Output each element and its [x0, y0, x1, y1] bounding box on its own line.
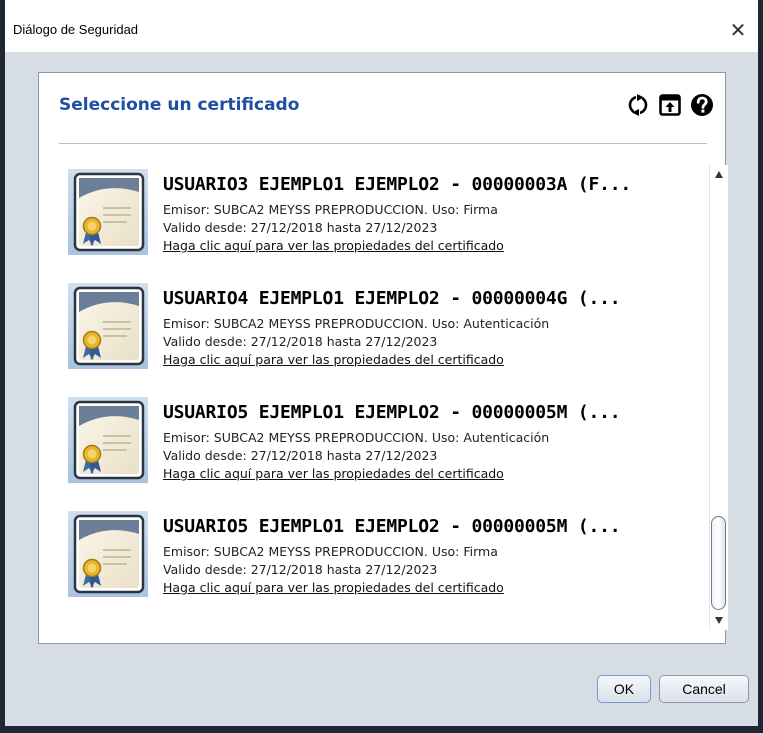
close-button[interactable]: ✕ [718, 12, 758, 48]
certificate-properties-link[interactable]: Haga clic aquí para ver las propiedades … [163, 466, 504, 481]
certificate-properties-link[interactable]: Haga clic aquí para ver las propiedades … [163, 580, 504, 595]
close-icon: ✕ [729, 18, 747, 42]
security-dialog-window: Diálogo de Seguridad ✕ Seleccione un cer… [0, 0, 763, 733]
certificate-validity: Valido desde: 27/12/2018 hasta 27/12/202… [163, 448, 438, 463]
certificate-panel: Seleccione un certificado USUARIO3 EJEMP… [38, 72, 728, 644]
help-button[interactable] [688, 91, 716, 119]
certificate-icon [68, 511, 148, 597]
certificate-title: USUARIO3 EJEMPLO1 EJEMPLO2 - 00000003A (… [163, 174, 632, 195]
import-icon [659, 94, 681, 116]
certificate-title: USUARIO4 EJEMPLO1 EJEMPLO2 - 00000004G (… [163, 288, 621, 309]
certificate-issuer: Emisor: SUBCA2 MEYSS PREPRODUCCION. Uso:… [163, 430, 550, 445]
import-button[interactable] [656, 91, 684, 119]
certificate-properties-link[interactable]: Haga clic aquí para ver las propiedades … [163, 238, 504, 253]
scroll-down-button[interactable] [710, 610, 728, 630]
refresh-button[interactable] [624, 91, 652, 119]
certificate-properties-link[interactable]: Haga clic aquí para ver las propiedades … [163, 352, 504, 367]
certificate-list: USUARIO3 EJEMPLO1 EJEMPLO2 - 00000003A (… [59, 168, 699, 628]
cancel-button[interactable]: Cancel [659, 675, 749, 703]
certificate-title: USUARIO5 EJEMPLO1 EJEMPLO2 - 00000005M (… [163, 516, 621, 537]
arrow-down-icon [715, 617, 723, 624]
certificate-item[interactable]: USUARIO4 EJEMPLO1 EJEMPLO2 - 00000004G (… [67, 282, 687, 378]
help-icon [691, 94, 713, 116]
certificate-issuer: Emisor: SUBCA2 MEYSS PREPRODUCCION. Uso:… [163, 202, 498, 217]
certificate-validity: Valido desde: 27/12/2018 hasta 27/12/202… [163, 562, 438, 577]
scroll-thumb[interactable] [711, 516, 726, 610]
certificate-icon [68, 169, 148, 255]
window-title: Diálogo de Seguridad [13, 22, 139, 37]
title-bar: Diálogo de Seguridad ✕ [5, 0, 758, 52]
certificate-icon [68, 397, 148, 483]
certificate-issuer: Emisor: SUBCA2 MEYSS PREPRODUCCION. Uso:… [163, 544, 498, 559]
refresh-icon [628, 94, 648, 116]
header-separator [59, 143, 707, 144]
scroll-up-button[interactable] [710, 165, 728, 185]
certificate-item[interactable]: USUARIO3 EJEMPLO1 EJEMPLO2 - 00000003A (… [67, 168, 687, 264]
certificate-title: USUARIO5 EJEMPLO1 EJEMPLO2 - 00000005M (… [163, 402, 621, 423]
certificate-item[interactable]: USUARIO5 EJEMPLO1 EJEMPLO2 - 00000005M (… [67, 510, 687, 606]
certificate-icon [68, 283, 148, 369]
ok-button[interactable]: OK [597, 675, 651, 703]
scroll-track[interactable] [710, 185, 728, 610]
certificate-item[interactable]: USUARIO5 EJEMPLO1 EJEMPLO2 - 00000005M (… [67, 396, 687, 492]
panel-title: Seleccione un certificado [59, 95, 300, 115]
certificate-validity: Valido desde: 27/12/2018 hasta 27/12/202… [163, 220, 438, 235]
certificate-validity: Valido desde: 27/12/2018 hasta 27/12/202… [163, 334, 438, 349]
arrow-up-icon [715, 171, 723, 178]
certificate-issuer: Emisor: SUBCA2 MEYSS PREPRODUCCION. Uso:… [163, 316, 550, 331]
vertical-scrollbar[interactable] [709, 165, 728, 630]
